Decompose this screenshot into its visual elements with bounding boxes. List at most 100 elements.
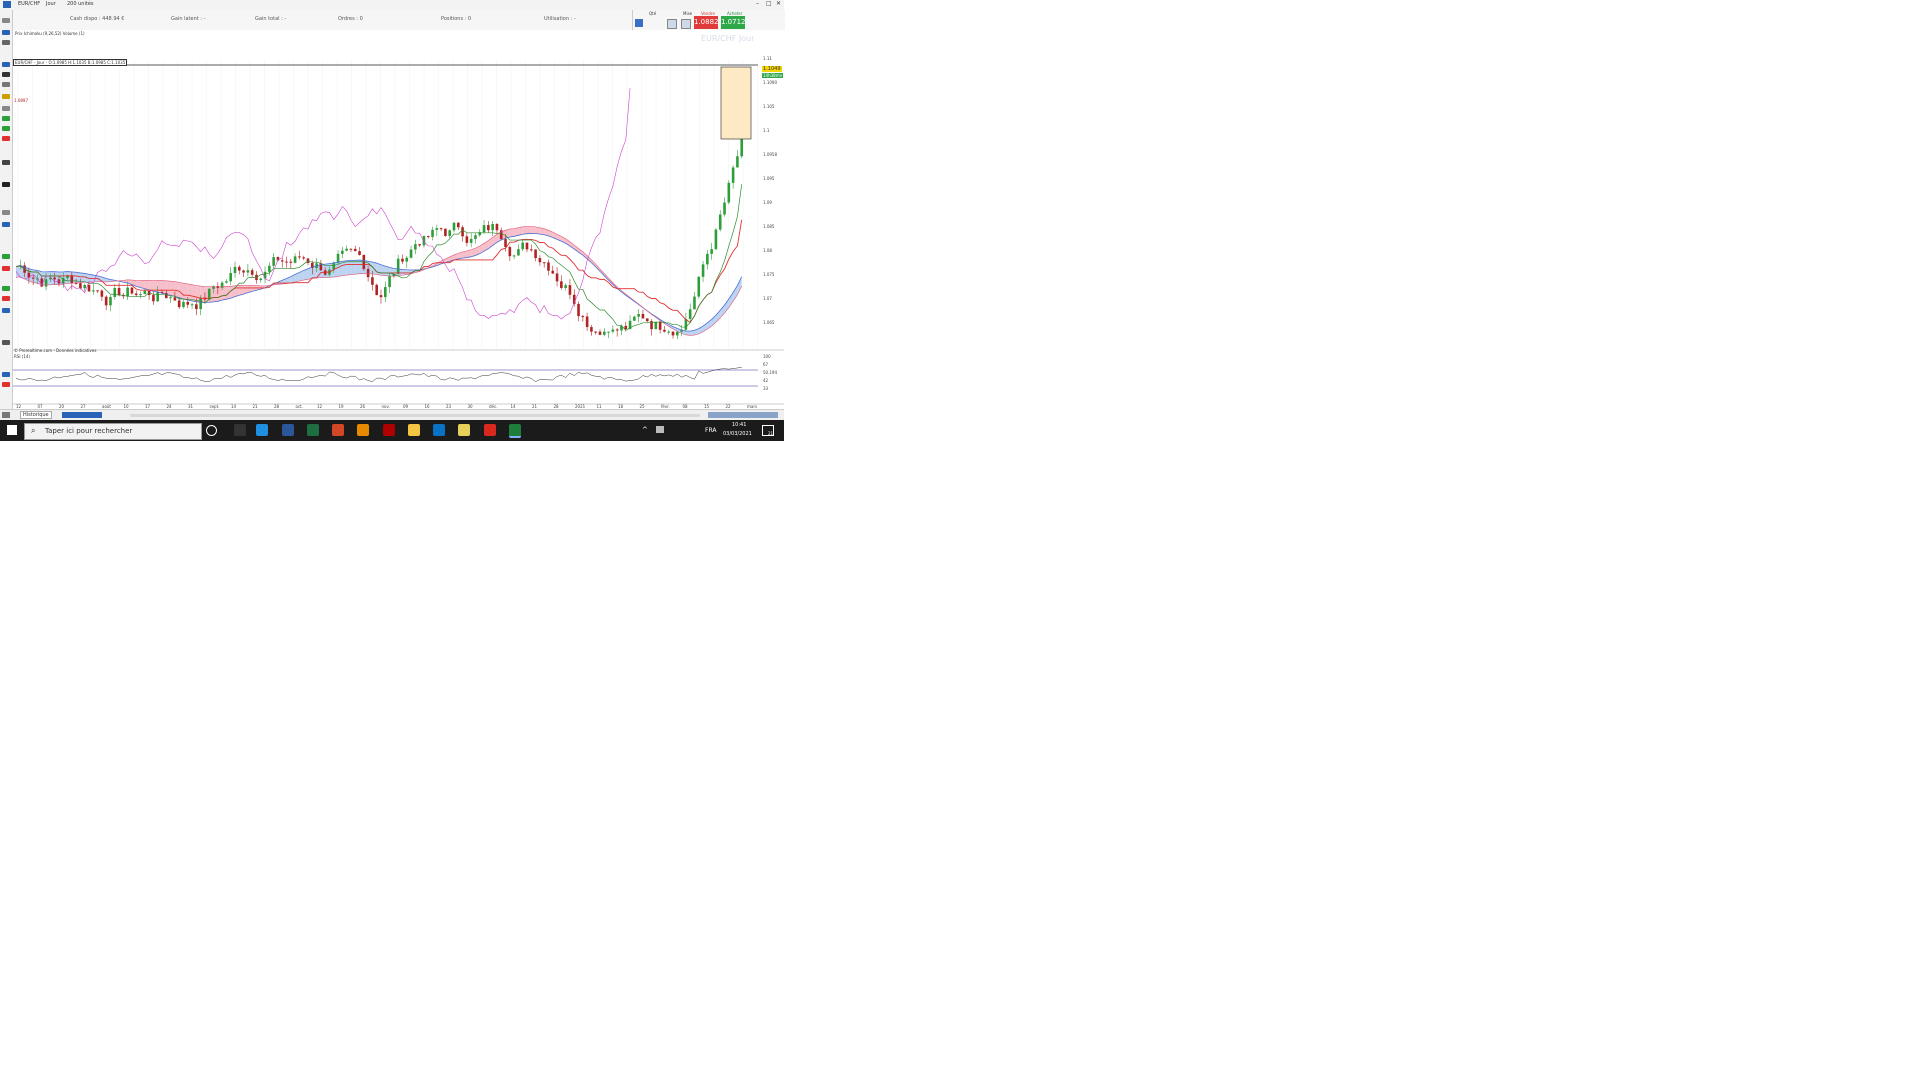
ichimoku-cloud-segment [239, 285, 244, 296]
horizontal-scrollbar[interactable] [130, 414, 700, 417]
prorealtime-icon[interactable] [509, 424, 521, 438]
candle-body [534, 249, 537, 259]
clock-time[interactable]: 10:41 [732, 422, 746, 428]
system-tray-icons[interactable] [656, 426, 664, 433]
positions-count[interactable]: Positions : 0 [441, 16, 471, 22]
sticky-notes-icon[interactable] [458, 424, 470, 436]
sell-button[interactable]: 1.0882 [694, 16, 719, 29]
task-view-icon[interactable] [234, 424, 246, 436]
candle-body [611, 329, 615, 332]
delete-icon[interactable] [2, 296, 10, 301]
rsi-axis-label: 42 [763, 378, 769, 383]
candle-body [456, 222, 460, 228]
search-placeholder: Taper ici pour rechercher [45, 427, 133, 435]
ruler-icon[interactable] [2, 40, 10, 45]
text-icon[interactable] [2, 82, 10, 87]
price-axis-label: 1.085 [763, 224, 775, 229]
candle-body [259, 278, 263, 281]
units-selector[interactable]: 200 unités [67, 1, 94, 7]
candle-body [117, 288, 121, 296]
indicator-legend[interactable]: Prix Ichimoku (9,26,52) Volume (1) [15, 31, 85, 36]
eyedropper-icon[interactable] [2, 182, 10, 187]
excel-icon[interactable] [307, 424, 319, 436]
zoom-controls[interactable] [708, 412, 778, 418]
line-green-icon[interactable] [2, 126, 10, 131]
buy-button[interactable]: 1.0712 [721, 16, 746, 29]
mail-icon[interactable] [433, 424, 445, 436]
candle-body [555, 273, 559, 282]
netflix-icon[interactable] [383, 424, 395, 436]
history-tab[interactable]: Historique [20, 411, 52, 419]
price-axis-label: 1.065 [763, 320, 775, 325]
candle-body [246, 270, 250, 273]
trendline-icon[interactable] [2, 106, 10, 111]
hline-icon[interactable] [2, 210, 10, 215]
home-icon[interactable] [2, 412, 10, 418]
candle-body [229, 273, 233, 282]
fibonacci-icon[interactable] [2, 160, 10, 165]
language-indicator[interactable]: FRA [705, 427, 716, 434]
lower-note: © Prorealtime.com - Données indicatives [14, 348, 97, 353]
chevron-up-icon[interactable]: ^ [642, 426, 648, 434]
down-arrow-icon[interactable] [2, 266, 10, 271]
candle-body [435, 228, 439, 230]
cortana-icon[interactable] [206, 425, 217, 436]
acrobat-icon[interactable] [484, 424, 496, 436]
vlc-icon[interactable] [357, 424, 369, 436]
pencil-icon[interactable] [2, 72, 10, 77]
candle-body [396, 258, 400, 274]
settings-icon[interactable] [635, 19, 643, 27]
crosshair-icon[interactable] [2, 62, 10, 67]
candle-body [568, 285, 572, 295]
candle-body [44, 279, 48, 287]
chart-header: EUR/CHF - Jour - O:1.0985 H:1.1035 B:1.0… [13, 59, 128, 66]
minimize-button[interactable]: – [756, 0, 759, 7]
channel-icon[interactable] [2, 116, 10, 121]
alert-icon[interactable] [2, 308, 10, 313]
arrow-icon[interactable] [2, 222, 10, 227]
ichimoku-cloud-segment [509, 228, 515, 238]
maximize-button[interactable]: □ [766, 0, 772, 7]
ichimoku-cloud-segment [342, 260, 347, 276]
price-axis-label: 1.1 [763, 128, 770, 133]
edge-icon[interactable] [256, 424, 268, 436]
up-arrow-icon[interactable] [2, 254, 10, 259]
file-explorer-icon[interactable] [408, 424, 420, 436]
magnet-icon[interactable] [2, 382, 10, 387]
windows-start-icon[interactable] [7, 425, 17, 435]
grid-icon[interactable] [2, 340, 10, 345]
star-icon[interactable] [2, 94, 10, 99]
cursor-icon[interactable] [2, 18, 10, 23]
close-button[interactable]: ✕ [776, 0, 781, 7]
period-selector[interactable]: Jour [46, 1, 56, 7]
candle-body [645, 318, 649, 322]
word-icon[interactable] [282, 424, 294, 436]
left-level-label: 1.0897 [14, 98, 28, 103]
candle-body [104, 296, 108, 306]
powerpoint-icon[interactable] [332, 424, 344, 436]
quantity-field[interactable] [667, 19, 677, 29]
price-axis-label: 1.095 [763, 176, 775, 181]
candle-body [173, 297, 177, 301]
candle-body [525, 242, 529, 250]
taskbar-search[interactable]: ⌕ Taper ici pour rechercher [24, 423, 202, 440]
candle-body [487, 225, 490, 231]
price-chart[interactable]: 1.11 1.1090 1.105 1.1 1.0958 1.095 1.09 1.085 1.… [13, 30, 784, 409]
check-icon[interactable] [2, 286, 10, 291]
instrument-selector[interactable]: EUR/CHF [18, 1, 40, 7]
qty-label: Qté [649, 11, 657, 16]
candle-body [714, 229, 718, 250]
amount-field[interactable] [681, 19, 691, 29]
chart-area[interactable]: 1.11 1.1090 1.105 1.1 1.0958 1.095 1.09 1.085 1.… [13, 30, 784, 409]
candle-body [448, 230, 452, 236]
candle-body [710, 249, 713, 254]
ichimoku-cloud-segment [535, 226, 540, 235]
line-red-icon[interactable] [2, 136, 10, 141]
utilisation: Utilisation : - [544, 16, 576, 22]
layers-icon[interactable] [2, 372, 10, 377]
zoom-icon[interactable] [2, 30, 10, 35]
candle-body [529, 249, 533, 251]
clock-date[interactable]: 03/03/2021 [723, 431, 752, 437]
navigation-icons[interactable] [62, 412, 102, 418]
orders-count[interactable]: Ordres : 0 [338, 16, 363, 22]
